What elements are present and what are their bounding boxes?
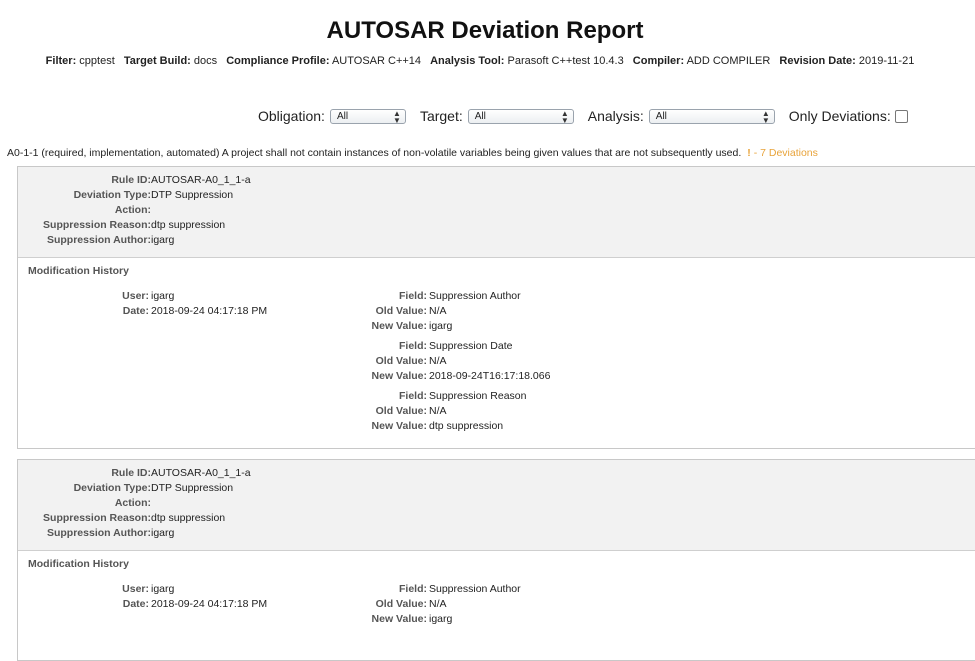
meta-target-build: Target Build: docs: [123, 55, 218, 67]
analysis-label: Analysis:: [587, 108, 644, 124]
meta-filter: Filter: cpptest: [45, 55, 115, 67]
suppression-reason-value: dtp suppression: [151, 512, 226, 524]
change-new-value: dtp suppression: [429, 420, 504, 432]
meta-analysis-tool: Analysis Tool: Parasoft C++test 10.4.3: [430, 55, 624, 67]
deviation-type-value: DTP Suppression: [151, 482, 234, 494]
change-new-value: igarg: [429, 613, 453, 625]
meta-compliance-profile: Compliance Profile: AUTOSAR C++14: [226, 55, 422, 67]
change-new-value: 2018-09-24T16:17:18.066: [429, 370, 551, 382]
obligation-select[interactable]: All ▲ ▼: [329, 108, 406, 125]
deviation-count-link[interactable]: ! - 7 Deviations: [747, 147, 818, 159]
rule-id-value: AUTOSAR-A0_1_1-a: [151, 174, 251, 186]
suppression-reason-value: dtp suppression: [151, 219, 226, 231]
change-old-value: N/A: [429, 598, 447, 610]
analysis-select[interactable]: All ▲ ▼: [648, 108, 775, 125]
only-deviations-checkbox[interactable]: [894, 109, 908, 123]
deviation-summary: Rule ID: AUTOSAR-A0_1_1-a Deviation Type…: [18, 460, 975, 551]
meta-compiler: Compiler: ADD COMPILER: [632, 55, 771, 67]
target-label: Target:: [419, 108, 463, 124]
change-field-value: Suppression Author: [429, 290, 521, 302]
filter-bar: Obligation: All ▲ ▼ Target: All ▲ ▼ Analys…: [258, 106, 908, 126]
change-field-value: Suppression Reason: [429, 390, 527, 402]
obligation-label: Obligation:: [258, 108, 325, 124]
rule-description: A0-1-1 (required, implementation, automa…: [7, 147, 818, 159]
deviation-summary: Rule ID: AUTOSAR-A0_1_1-a Deviation Type…: [18, 167, 975, 258]
modification-history-title: Modification History: [28, 558, 129, 570]
deviation-type-value: DTP Suppression: [151, 189, 234, 201]
select-arrows-icon: ▲ ▼: [393, 108, 401, 125]
deviation-card: Rule ID: AUTOSAR-A0_1_1-a Deviation Type…: [17, 459, 975, 661]
select-arrows-icon: ▲ ▼: [761, 108, 770, 125]
meta-revision-date: Revision Date: 2019-11-21: [779, 55, 915, 67]
change-field-value: Suppression Date: [429, 340, 513, 352]
rule-id-value: AUTOSAR-A0_1_1-a: [151, 467, 251, 479]
report-metadata: Filter: cpptest Target Build: docs Compl…: [0, 55, 960, 67]
warning-icon: !: [747, 147, 751, 159]
target-select[interactable]: All ▲ ▼: [467, 108, 574, 125]
change-old-value: N/A: [429, 405, 447, 417]
change-old-value: N/A: [429, 305, 447, 317]
page-title: AUTOSAR Deviation Report: [326, 17, 644, 44]
suppression-author-value: igarg: [151, 234, 175, 246]
modification-history-title: Modification History: [28, 265, 129, 277]
deviation-card: Rule ID: AUTOSAR-A0_1_1-a Deviation Type…: [17, 166, 975, 449]
change-old-value: N/A: [429, 355, 447, 367]
change-new-value: igarg: [429, 320, 453, 332]
select-arrows-icon: ▲ ▼: [560, 108, 569, 125]
change-field-value: Suppression Author: [429, 583, 521, 595]
suppression-author-value: igarg: [151, 527, 175, 539]
only-deviations-label: Only Deviations:: [788, 108, 891, 124]
